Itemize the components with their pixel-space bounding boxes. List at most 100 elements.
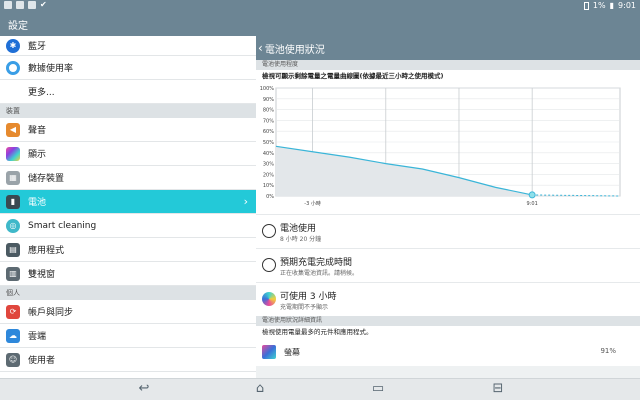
settings-item-cloud[interactable]: ☁ 雲端 (0, 324, 256, 348)
back-chevron-icon[interactable]: ‹ (258, 41, 263, 55)
y-tick-label: 40% (263, 151, 274, 157)
settings-item-label: 顯示 (28, 150, 47, 160)
settings-item-label: 數據使用率 (28, 64, 74, 74)
bluetooth-icon: ✱ (6, 38, 20, 53)
y-tick-label: 20% (263, 172, 274, 178)
available-time-title: 可使用 3 小時 (280, 292, 337, 302)
battery-level-section: 電池使用程度 (256, 60, 640, 70)
battery-percent: 1% (592, 1, 606, 10)
y-tick-label: 60% (263, 129, 274, 135)
notification-icon (4, 1, 12, 9)
app-bar: 設定 (0, 12, 640, 36)
details-section: 電池使用狀況詳細資訊 (256, 316, 640, 326)
status-bar: ✔ 1% ▮ 9:01 (0, 0, 640, 12)
y-tick-label: 90% (263, 97, 274, 103)
battery-chart-svg: 100% 90% 80% 70% 60% 50% 40% 30% 20% 10% 0% -3 小時 9:… (260, 86, 621, 207)
settings-item-more[interactable]: 更多... (0, 80, 256, 104)
settings-item-label: 雲端 (28, 332, 47, 342)
settings-item-accounts-sync[interactable]: ⟳ 帳戶與同步 (0, 300, 256, 324)
charge-estimate-sub: 正在收集電池資訊。請稍候。 (280, 270, 359, 277)
settings-item-label: 應用程式 (28, 246, 65, 256)
settings-item-label: Smart cleaning (28, 220, 97, 231)
charge-estimate-item: 預期充電完成時間 正在收集電池資訊。請稍候。 (256, 248, 640, 282)
notification-icon (16, 1, 24, 9)
signal-icon: ▮ (609, 1, 615, 10)
status-right: 1% ▮ 9:01 (583, 1, 636, 10)
battery-status-icon (583, 1, 589, 10)
back-icon[interactable]: ↩ (134, 382, 154, 396)
smart-cleaning-icon: ◎ (6, 218, 20, 233)
section-personal: 個人 (0, 286, 256, 300)
x-tick-label: -3 小時 (304, 200, 321, 207)
settings-item-data-usage[interactable]: 數據使用率 (0, 56, 256, 80)
settings-item-storage[interactable]: ▦ 儲存裝置 (0, 166, 256, 190)
settings-item-users[interactable]: ☺ 使用者 (0, 348, 256, 372)
dual-window-toggle-icon[interactable]: ⊟ (488, 382, 508, 396)
details-desc: 檢視使用電量最多的元件和應用程式。 (256, 326, 640, 338)
settings-item-label: 電池 (28, 198, 47, 208)
section-device: 裝置 (0, 104, 256, 118)
current-marker (528, 191, 536, 199)
battery-usage-item[interactable]: 電池使用 8 小時 20 分鐘 (256, 214, 640, 248)
charge-estimate-title: 預期充電完成時間 (280, 258, 353, 268)
settings-item-label: 帳戶與同步 (28, 308, 74, 318)
sound-icon: ◀ (6, 122, 20, 137)
accounts-sync-icon: ⟳ (6, 304, 20, 319)
clock-icon (262, 224, 276, 238)
x-tick-label: 9:01 (527, 201, 538, 207)
battery-usage-title: 電池使用 (280, 224, 317, 234)
usage-row-label: 螢幕 (284, 348, 300, 357)
battery-header-title: 電池使用狀況 (264, 44, 325, 56)
settings-item-label: 儲存裝置 (28, 174, 65, 184)
battery-usage-time: 8 小時 20 分鐘 (280, 236, 322, 243)
storage-icon: ▦ (6, 170, 20, 185)
settings-item-apps[interactable]: ▤ 應用程式 (0, 238, 256, 262)
home-icon[interactable]: ⌂ (250, 382, 270, 396)
settings-item-dual-window[interactable]: ▥ 雙視窗 (0, 262, 256, 286)
notification-icon (28, 1, 36, 9)
navigation-bar: ↩ ⌂ ▭ ⊟ (0, 378, 640, 400)
settings-item-smart-cleaning[interactable]: ◎ Smart cleaning (0, 214, 256, 238)
y-tick-label: 100% (260, 86, 275, 92)
settings-item-label: 使用者 (28, 356, 56, 366)
data-usage-icon (6, 60, 20, 75)
battery-icon: ▮ (6, 194, 20, 209)
apps-icon: ▤ (6, 242, 20, 257)
users-icon: ☺ (6, 352, 20, 367)
check-icon: ✔ (40, 0, 47, 9)
y-tick-label: 10% (263, 183, 274, 189)
y-tick-label: 50% (263, 140, 274, 146)
recent-apps-icon[interactable]: ▭ (368, 382, 388, 396)
display-icon (6, 146, 20, 161)
y-tick-label: 0% (266, 194, 274, 200)
usage-row-percent: 91% (600, 347, 616, 355)
power-saving-icon (262, 292, 276, 306)
screen-icon (262, 345, 276, 359)
settings-item-label: 聲音 (28, 126, 47, 136)
clock: 9:01 (618, 1, 636, 10)
settings-item-label: 更多... (28, 88, 55, 98)
charge-clock-icon (262, 258, 276, 272)
dual-window-icon: ▥ (6, 266, 20, 281)
notification-icons: ✔ (4, 1, 47, 9)
y-tick-label: 80% (263, 108, 274, 114)
chevron-right-icon: › (243, 195, 248, 208)
cloud-icon: ☁ (6, 328, 20, 343)
settings-item-sound[interactable]: ◀ 聲音 (0, 118, 256, 142)
app-title: 設定 (8, 21, 28, 32)
y-tick-label: 70% (263, 118, 274, 124)
battery-header: ‹ 電池使用狀況 (256, 36, 640, 60)
available-time-sub: 充電期間不予顯示 (280, 304, 329, 311)
available-time-item: 可使用 3 小時 充電期間不予顯示 (256, 282, 640, 316)
settings-item-label: 雙視窗 (28, 270, 56, 280)
usage-row-screen[interactable]: 螢幕 91% (256, 338, 640, 366)
battery-level-desc: 檢視可顯示剩餘電量之電量曲線圖(依據最近三小時之使用模式) (256, 70, 640, 82)
y-tick-label: 30% (263, 162, 274, 168)
battery-chart: 100% 90% 80% 70% 60% 50% 40% 30% 20% 10% 0% -3 小時 9:… (256, 82, 640, 214)
settings-item-display[interactable]: 顯示 (0, 142, 256, 166)
settings-list[interactable]: ✱ 藍牙 數據使用率 更多... 裝置 ◀ 聲音 顯示 ▦ 儲存裝置 ▮ 電池 … (0, 36, 256, 378)
settings-item-battery[interactable]: ▮ 電池 › (0, 190, 256, 214)
settings-item-label: 藍牙 (28, 42, 47, 52)
settings-item-bluetooth[interactable]: ✱ 藍牙 (0, 36, 256, 56)
battery-panel: ‹ 電池使用狀況 電池使用程度 檢視可顯示剩餘電量之電量曲線圖(依據最近三小時之… (256, 36, 640, 378)
